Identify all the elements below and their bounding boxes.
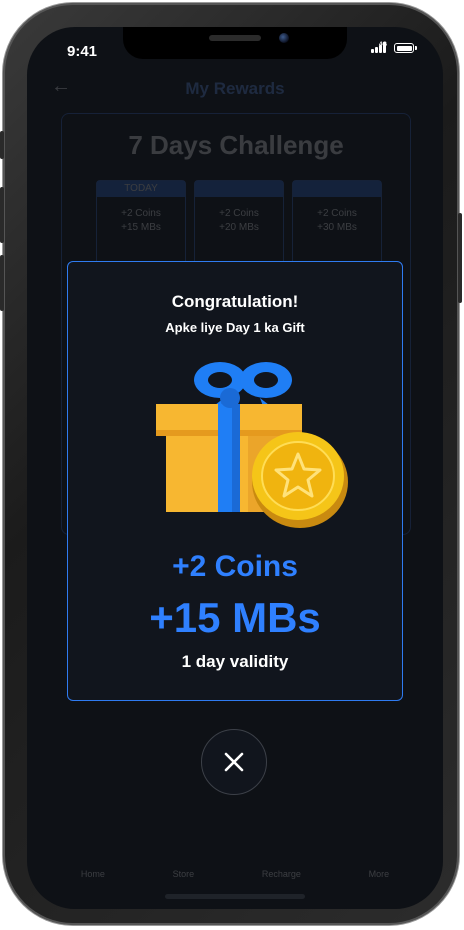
signal-icon [371,42,386,53]
background-day-head: TODAY [97,181,185,197]
home-indicator [165,894,305,899]
background-nav-home: Home [80,869,105,879]
reward-data: +15 MBs [149,594,321,641]
status-time: 9:41 [67,43,98,60]
mute-switch [0,131,4,159]
background-day-coins: +2 Coins [121,208,161,219]
status-icons [371,42,417,53]
speaker-grille [209,35,261,41]
reward-coins: +2 Coins [172,550,298,583]
background-day-head [293,181,381,197]
background-day-coins: +2 Coins [317,208,357,219]
close-button[interactable] [201,729,267,795]
phone-screen: ← My Rewards 7 Days Challenge TODAY +2 C… [27,27,443,909]
notch [123,27,347,59]
power-button [458,213,462,303]
modal-title: Congratulation! [171,292,299,311]
background-nav-more: More [368,869,390,879]
star-coin-icon [252,432,348,528]
background-day-data: +20 MBs [219,222,259,233]
battery-nub [415,46,417,50]
modal-subtitle: Apke liye Day 1 ka Gift [165,320,305,335]
front-camera [279,33,289,43]
gift-illustration [156,362,348,528]
background-day-coins: +2 Coins [219,208,259,219]
background-nav-store: Store [172,869,195,879]
background-header-title: My Rewards [185,79,285,98]
reward-validity: 1 day validity [181,652,289,671]
reward-modal: Congratulation! Apke liye Day 1 ka Gift [67,261,403,701]
background-challenge-title: 7 Days Challenge [128,130,344,160]
volume-down-button [0,255,4,311]
background-nav-recharge: Recharge [261,869,301,879]
background-day-data: +30 MBs [317,222,357,233]
volume-up-button [0,187,4,243]
background-day-data: +15 MBs [121,222,161,233]
background-day-head [195,181,283,197]
phone-frame: ← My Rewards 7 Days Challenge TODAY +2 C… [0,3,462,925]
battery-icon [394,43,414,53]
close-icon [224,752,244,772]
